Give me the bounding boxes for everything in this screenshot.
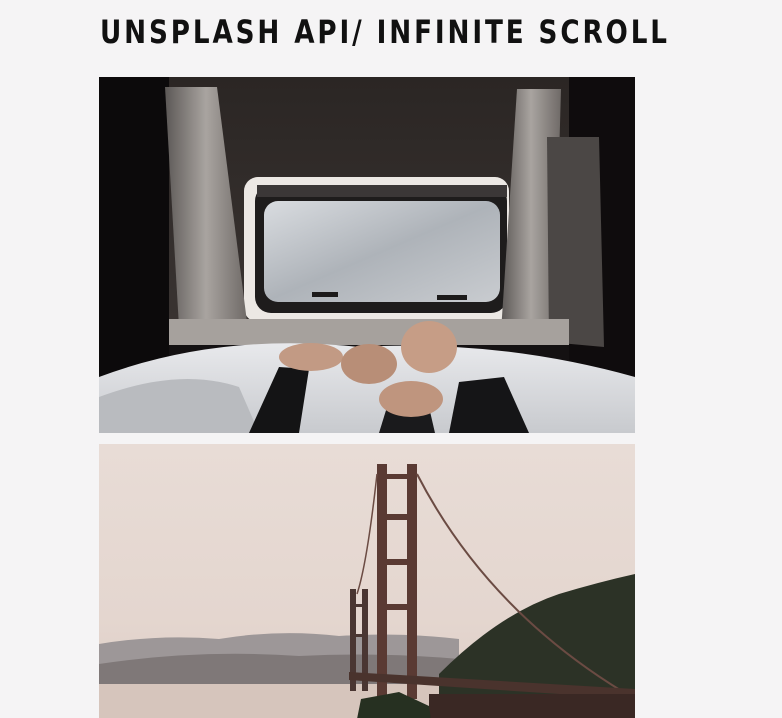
page: UNSPLASH API/ INFINITE SCROLL bbox=[0, 0, 782, 718]
photo-feed[interactable] bbox=[99, 77, 635, 718]
page-title: UNSPLASH API/ INFINITE SCROLL bbox=[100, 13, 670, 51]
photo-card-golden-gate[interactable] bbox=[99, 444, 635, 718]
photo-card-camper-window[interactable] bbox=[99, 77, 635, 433]
camper-window-feet-photo bbox=[99, 77, 635, 433]
golden-gate-bridge-photo bbox=[99, 444, 635, 718]
